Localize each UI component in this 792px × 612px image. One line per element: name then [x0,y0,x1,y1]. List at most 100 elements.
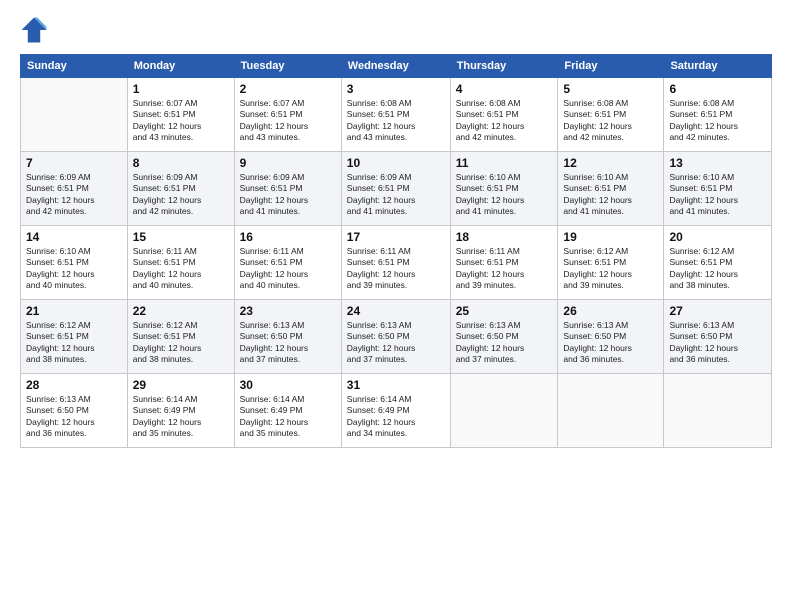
cell-4-7: 27Sunrise: 6:13 AMSunset: 6:50 PMDayligh… [664,300,772,374]
day-number: 5 [563,82,658,96]
daylight-text-2: and 39 minutes. [347,280,445,291]
sunrise-text: Sunrise: 6:13 AM [26,394,122,405]
sunset-text: Sunset: 6:51 PM [669,257,766,268]
day-number: 1 [133,82,229,96]
daylight-text-2: and 35 minutes. [133,428,229,439]
sunrise-text: Sunrise: 6:13 AM [456,320,553,331]
daylight-text-2: and 41 minutes. [669,206,766,217]
daylight-text-1: Daylight: 12 hours [240,417,336,428]
cell-3-4: 17Sunrise: 6:11 AMSunset: 6:51 PMDayligh… [341,226,450,300]
daylight-text-1: Daylight: 12 hours [26,343,122,354]
daylight-text-2: and 41 minutes. [456,206,553,217]
sunrise-text: Sunrise: 6:14 AM [347,394,445,405]
sunset-text: Sunset: 6:51 PM [456,109,553,120]
cell-5-5 [450,374,558,448]
day-number: 11 [456,156,553,170]
cell-5-6 [558,374,664,448]
daylight-text-2: and 36 minutes. [26,428,122,439]
daylight-text-1: Daylight: 12 hours [669,269,766,280]
daylight-text-2: and 37 minutes. [456,354,553,365]
daylight-text-1: Daylight: 12 hours [133,121,229,132]
page: SundayMondayTuesdayWednesdayThursdayFrid… [0,0,792,612]
col-header-monday: Monday [127,55,234,78]
sunset-text: Sunset: 6:51 PM [26,331,122,342]
sunset-text: Sunset: 6:51 PM [563,109,658,120]
daylight-text-1: Daylight: 12 hours [669,195,766,206]
cell-1-4: 3Sunrise: 6:08 AMSunset: 6:51 PMDaylight… [341,78,450,152]
sunset-text: Sunset: 6:49 PM [240,405,336,416]
sunset-text: Sunset: 6:51 PM [456,257,553,268]
cell-4-5: 25Sunrise: 6:13 AMSunset: 6:50 PMDayligh… [450,300,558,374]
day-number: 3 [347,82,445,96]
daylight-text-2: and 41 minutes. [347,206,445,217]
daylight-text-2: and 40 minutes. [26,280,122,291]
cell-3-1: 14Sunrise: 6:10 AMSunset: 6:51 PMDayligh… [21,226,128,300]
day-number: 26 [563,304,658,318]
sunset-text: Sunset: 6:51 PM [26,257,122,268]
day-number: 28 [26,378,122,392]
sunrise-text: Sunrise: 6:12 AM [26,320,122,331]
daylight-text-2: and 42 minutes. [26,206,122,217]
sunrise-text: Sunrise: 6:10 AM [26,246,122,257]
sunset-text: Sunset: 6:49 PM [133,405,229,416]
day-number: 21 [26,304,122,318]
sunset-text: Sunset: 6:50 PM [456,331,553,342]
day-number: 24 [347,304,445,318]
cell-3-2: 15Sunrise: 6:11 AMSunset: 6:51 PMDayligh… [127,226,234,300]
day-number: 7 [26,156,122,170]
day-number: 4 [456,82,553,96]
cell-5-3: 30Sunrise: 6:14 AMSunset: 6:49 PMDayligh… [234,374,341,448]
daylight-text-2: and 38 minutes. [669,280,766,291]
sunset-text: Sunset: 6:50 PM [347,331,445,342]
daylight-text-1: Daylight: 12 hours [669,343,766,354]
daylight-text-1: Daylight: 12 hours [563,269,658,280]
sunset-text: Sunset: 6:50 PM [563,331,658,342]
sunset-text: Sunset: 6:51 PM [563,183,658,194]
daylight-text-1: Daylight: 12 hours [133,417,229,428]
sunrise-text: Sunrise: 6:07 AM [133,98,229,109]
daylight-text-2: and 35 minutes. [240,428,336,439]
day-number: 22 [133,304,229,318]
daylight-text-1: Daylight: 12 hours [240,195,336,206]
sunrise-text: Sunrise: 6:08 AM [347,98,445,109]
cell-5-4: 31Sunrise: 6:14 AMSunset: 6:49 PMDayligh… [341,374,450,448]
cell-1-1 [21,78,128,152]
sunrise-text: Sunrise: 6:07 AM [240,98,336,109]
daylight-text-1: Daylight: 12 hours [133,195,229,206]
daylight-text-2: and 40 minutes. [240,280,336,291]
daylight-text-1: Daylight: 12 hours [347,343,445,354]
daylight-text-1: Daylight: 12 hours [26,195,122,206]
sunrise-text: Sunrise: 6:09 AM [26,172,122,183]
cell-1-2: 1Sunrise: 6:07 AMSunset: 6:51 PMDaylight… [127,78,234,152]
sunrise-text: Sunrise: 6:12 AM [669,246,766,257]
daylight-text-2: and 36 minutes. [669,354,766,365]
daylight-text-2: and 39 minutes. [456,280,553,291]
sunset-text: Sunset: 6:51 PM [240,183,336,194]
sunset-text: Sunset: 6:51 PM [456,183,553,194]
col-header-thursday: Thursday [450,55,558,78]
daylight-text-2: and 40 minutes. [133,280,229,291]
sunset-text: Sunset: 6:51 PM [133,331,229,342]
daylight-text-2: and 42 minutes. [133,206,229,217]
day-number: 19 [563,230,658,244]
col-header-sunday: Sunday [21,55,128,78]
day-number: 9 [240,156,336,170]
sunrise-text: Sunrise: 6:08 AM [563,98,658,109]
cell-4-1: 21 Sunrise: 6:12 AMSunset: 6:51 PMDayligh… [21,300,128,374]
cell-2-5: 11Sunrise: 6:10 AMSunset: 6:51 PMDayligh… [450,152,558,226]
day-number: 29 [133,378,229,392]
cell-3-6: 19Sunrise: 6:12 AMSunset: 6:51 PMDayligh… [558,226,664,300]
cell-2-7: 13Sunrise: 6:10 AMSunset: 6:51 PMDayligh… [664,152,772,226]
daylight-text-1: Daylight: 12 hours [133,343,229,354]
daylight-text-1: Daylight: 12 hours [456,343,553,354]
cell-5-2: 29Sunrise: 6:14 AMSunset: 6:49 PMDayligh… [127,374,234,448]
day-number: 13 [669,156,766,170]
day-number: 2 [240,82,336,96]
sunset-text: Sunset: 6:51 PM [240,109,336,120]
sunset-text: Sunset: 6:50 PM [26,405,122,416]
sunrise-text: Sunrise: 6:10 AM [456,172,553,183]
cell-4-3: 23Sunrise: 6:13 AMSunset: 6:50 PMDayligh… [234,300,341,374]
week-row-5: 28 Sunrise: 6:13 AMSunset: 6:50 PM Dayligh… [21,374,772,448]
sunset-text: Sunset: 6:51 PM [563,257,658,268]
daylight-text-2: and 42 minutes. [669,132,766,143]
